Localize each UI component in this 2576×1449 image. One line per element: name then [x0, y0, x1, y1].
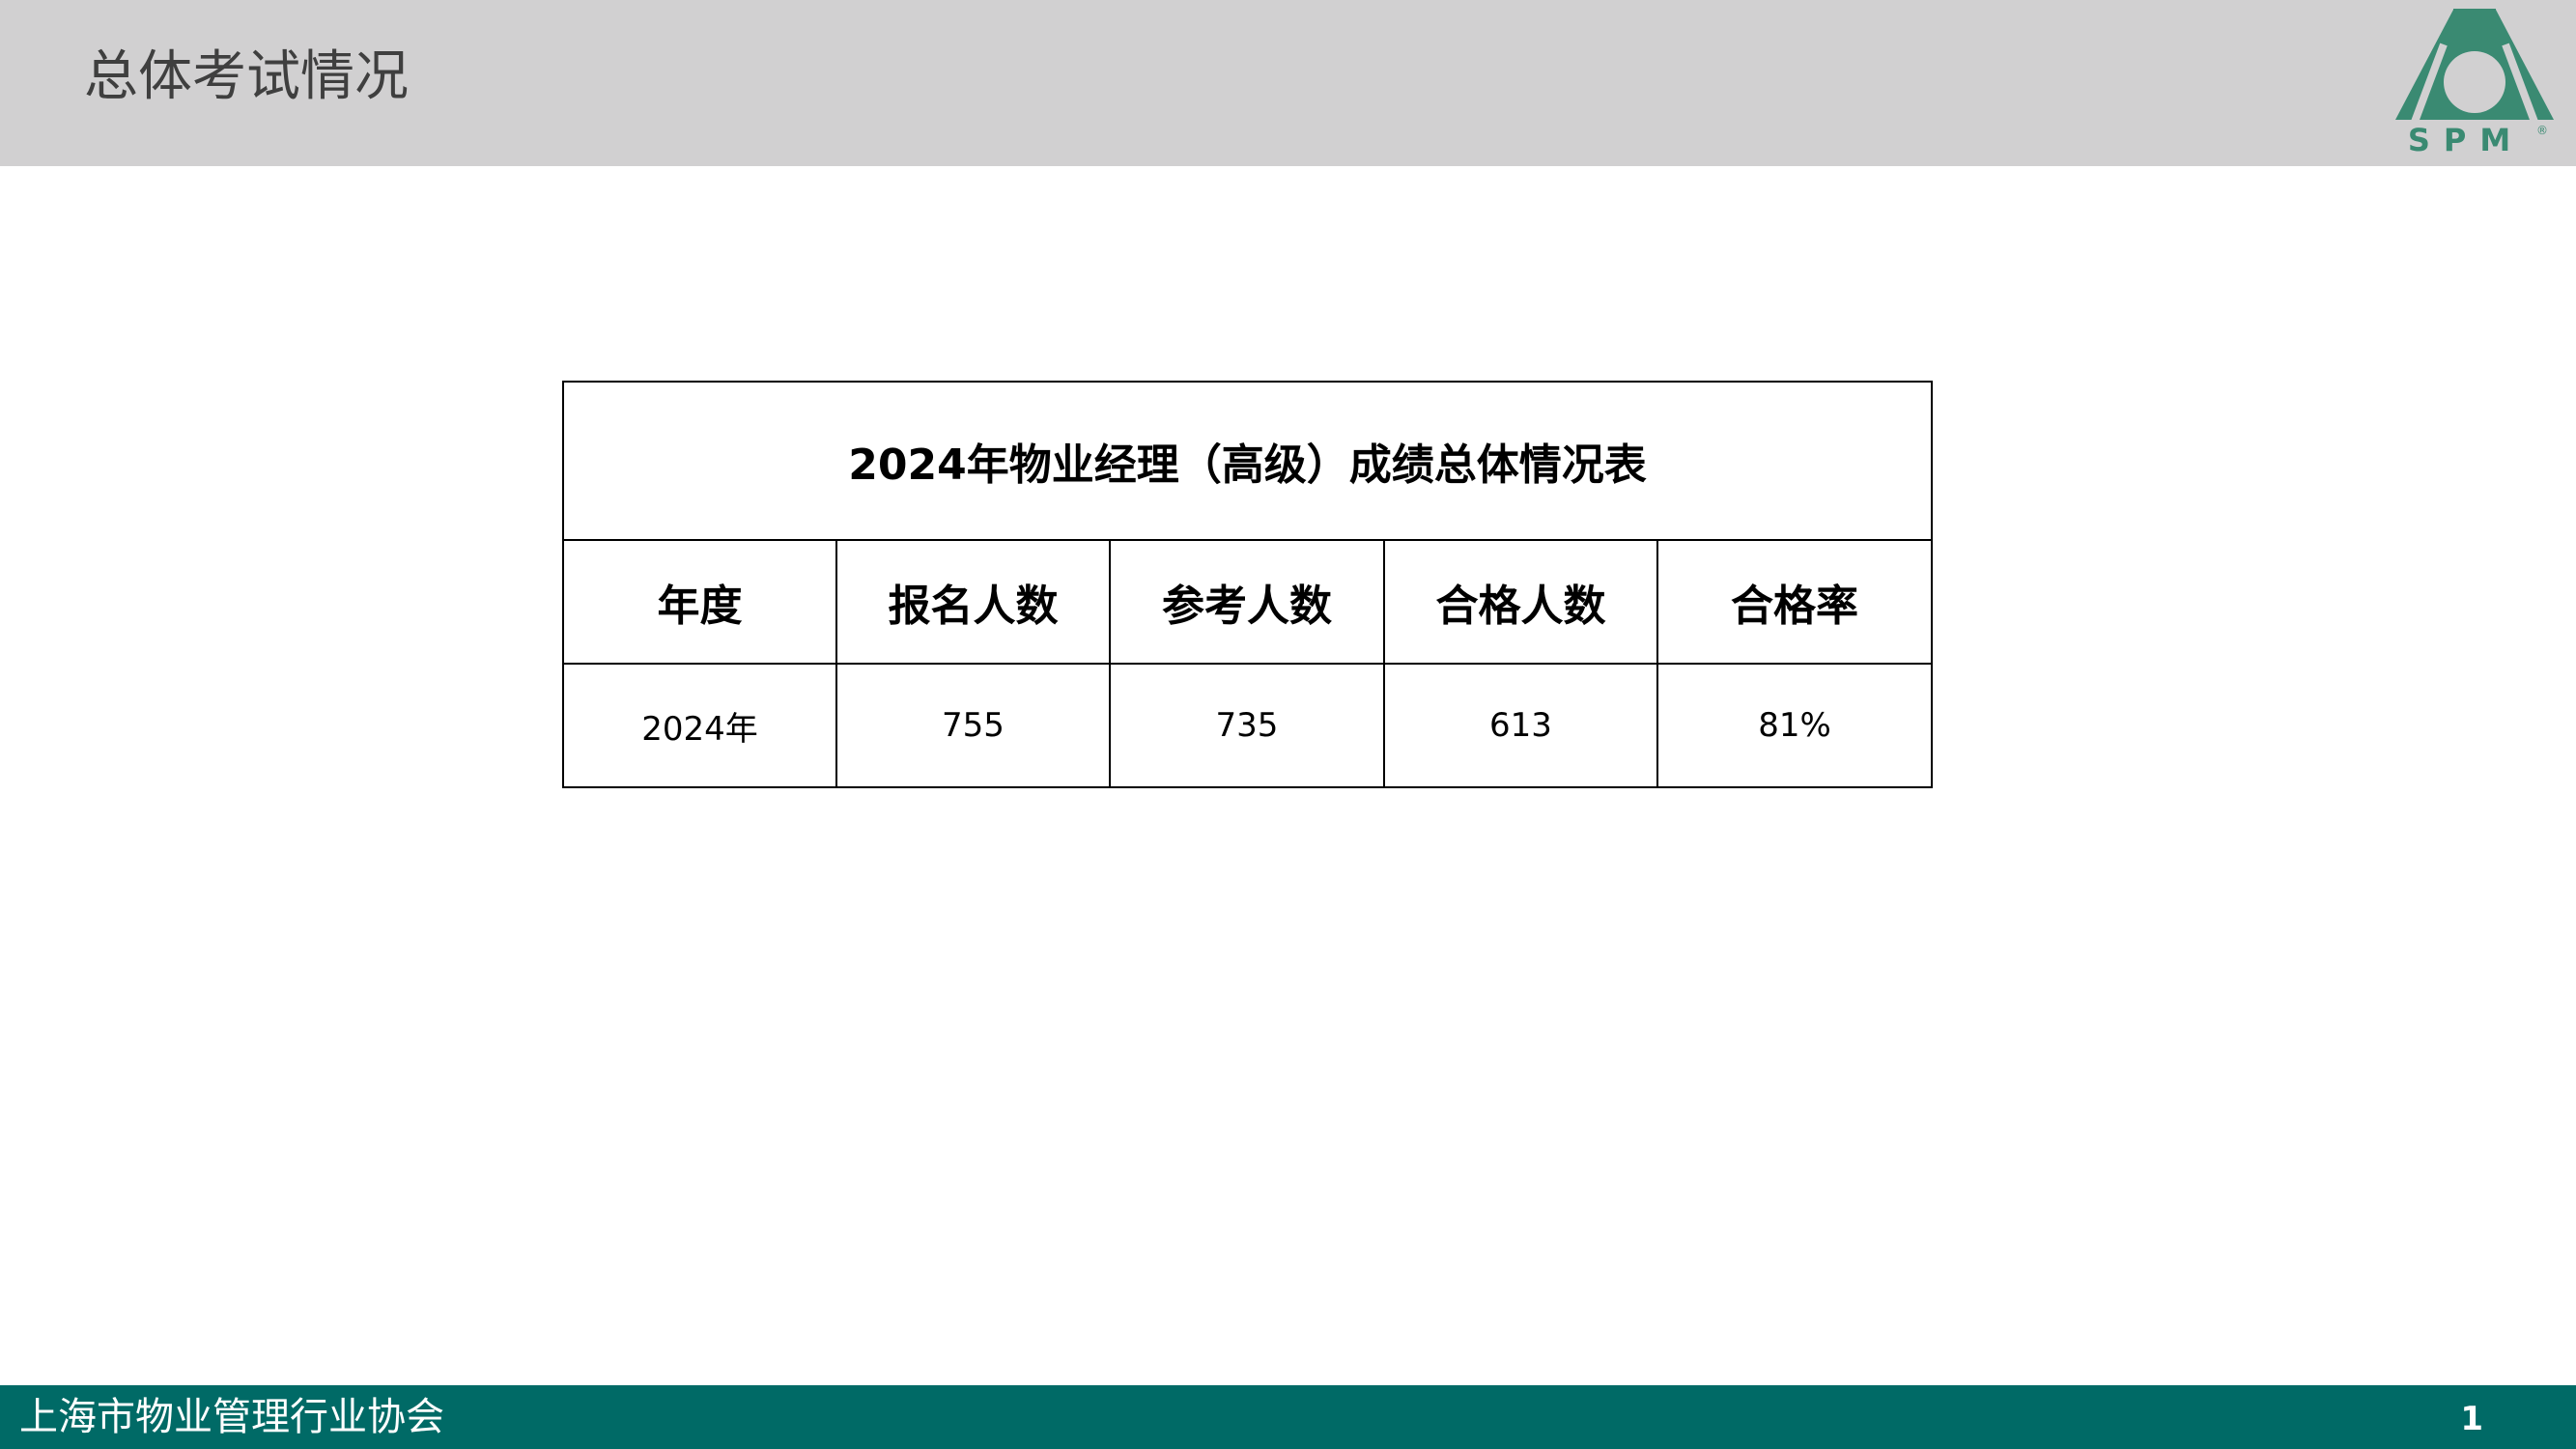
- column-header-registered: 报名人数: [835, 539, 1111, 665]
- table-caption: 2024年物业经理（高级）成绩总体情况表: [561, 381, 1934, 541]
- cell-passed: 613: [1383, 663, 1658, 788]
- column-header-passed: 合格人数: [1383, 539, 1658, 665]
- cell-year: 2024年: [562, 663, 837, 788]
- cell-registered: 755: [835, 663, 1111, 788]
- table-caption-row: 2024年物业经理（高级）成绩总体情况表: [561, 381, 1934, 541]
- column-header-pass-rate: 合格率: [1656, 539, 1934, 665]
- spm-logo-mark-icon: [2395, 9, 2554, 122]
- logo-text: SPM: [2407, 122, 2525, 158]
- slide-footer: 上海市物业管理行业协会 1: [0, 1385, 2576, 1449]
- exam-summary-table: 2024年物业经理（高级）成绩总体情况表 年度 报名人数 参考人数 合格人数 合…: [561, 381, 1934, 788]
- page-number: 1: [2460, 1400, 2483, 1438]
- registered-mark: ®: [2536, 124, 2548, 137]
- column-header-attended: 参考人数: [1109, 539, 1385, 665]
- spm-logo: SPM ®: [2393, 6, 2556, 160]
- page-title: 总体考试情况: [84, 45, 409, 108]
- slide-header: 总体考试情况 SPM ®: [0, 0, 2576, 166]
- footer-organization: 上海市物业管理行业协会: [19, 1395, 444, 1439]
- column-header-year: 年度: [562, 539, 837, 665]
- cell-pass-rate: 81%: [1656, 663, 1934, 788]
- cell-attended: 735: [1109, 663, 1385, 788]
- table-header-row: 年度 报名人数 参考人数 合格人数 合格率: [562, 539, 1934, 665]
- table-row: 2024年 755 735 613 81%: [562, 663, 1934, 788]
